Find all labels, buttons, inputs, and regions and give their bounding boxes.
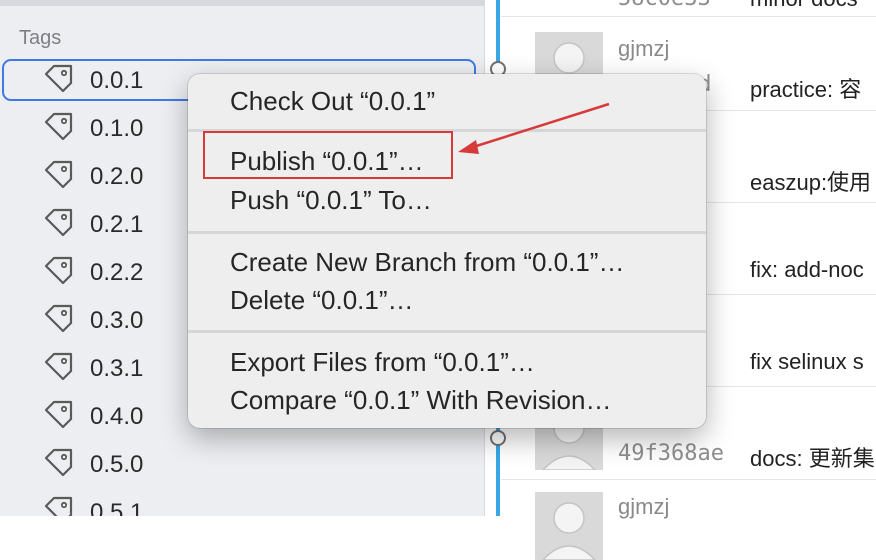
menu-item-compare-revision[interactable]: Compare “0.0.1” With Revision… — [230, 385, 611, 416]
tag-label: 0.3.1 — [90, 355, 144, 382]
tag-icon — [44, 64, 73, 93]
sidebar-tag-0-5-1[interactable]: 0.5.1 — [0, 491, 484, 516]
tags-section-header: Tags — [19, 27, 62, 49]
tag-label: 0.1.0 — [90, 115, 144, 142]
tag-label: 0.3.0 — [90, 307, 144, 334]
commit-author: gjmzj — [618, 36, 670, 61]
commit-hash: 49f368ae — [618, 441, 724, 466]
menu-item-export-files[interactable]: Export Files from “0.0.1”… — [230, 347, 535, 378]
tag-context-menu: Check Out “0.0.1” Publish “0.0.1”… Push … — [188, 74, 706, 428]
commit-message: minor docs — [750, 0, 858, 12]
tag-label: 0.2.1 — [90, 211, 144, 238]
tag-label: 0.2.2 — [90, 259, 144, 286]
commit-message[interactable]: fix: add-noc — [750, 257, 864, 283]
tag-label: 0.2.0 — [90, 163, 144, 190]
menu-item-create-branch[interactable]: Create New Branch from “0.0.1”… — [230, 247, 624, 278]
commit-message[interactable]: docs: 更新集 — [750, 441, 875, 473]
tag-icon — [44, 448, 73, 477]
tag-icon — [44, 256, 73, 285]
commit-author: gjmzj — [618, 494, 670, 519]
commit-message[interactable]: fix selinux s — [750, 349, 864, 375]
tag-icon — [44, 112, 73, 141]
tag-icon — [44, 400, 73, 429]
tag-icon — [44, 208, 73, 237]
menu-item-push-to[interactable]: Push “0.0.1” To… — [230, 185, 432, 216]
sidebar-tag-0-5-0[interactable]: 0.5.0 — [0, 443, 484, 487]
tag-label: 0.0.1 — [90, 67, 144, 94]
commit-node[interactable] — [490, 430, 506, 446]
menu-separator — [188, 330, 706, 333]
menu-item-delete[interactable]: Delete “0.0.1”… — [230, 285, 414, 316]
tag-icon — [44, 304, 73, 333]
sidebar-top-divider — [0, 0, 484, 6]
row-separator — [501, 479, 876, 480]
tag-label: 0.5.1 — [90, 499, 144, 516]
row-separator — [501, 16, 876, 17]
default-avatar-icon — [541, 502, 597, 560]
tag-icon — [44, 160, 73, 189]
menu-separator — [188, 231, 706, 234]
tag-label: 0.4.0 — [90, 403, 144, 430]
commit-message[interactable]: practice: 容 — [750, 72, 861, 104]
tag-icon — [44, 352, 73, 381]
menu-item-check-out[interactable]: Check Out “0.0.1” — [230, 86, 435, 117]
tag-label: 0.5.0 — [90, 451, 144, 478]
commit-message[interactable]: easzup:使用 — [750, 165, 871, 197]
annotation-highlight-box — [203, 131, 453, 179]
commit-hash: 58c0e33 — [618, 0, 711, 11]
avatar — [535, 492, 603, 560]
tag-icon — [44, 496, 73, 516]
